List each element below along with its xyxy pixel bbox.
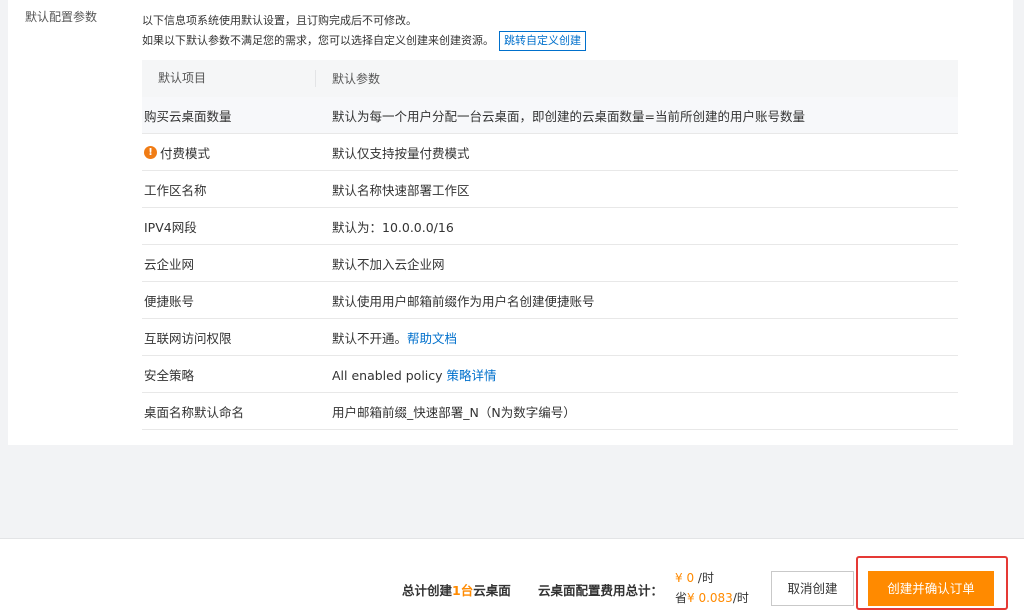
table-row: 云企业网 默认不加入云企业网 [142,245,958,282]
cost-line-2: 省¥ 0.083/时 [675,588,749,608]
warning-icon[interactable]: ! [144,145,157,159]
row-value: 默认名称快速部署工作区 [332,182,470,198]
row-item-label: 购买云桌面数量 [144,108,232,124]
header-value: 默认参数 [332,72,381,86]
row-item-label: IPV4网段 [144,219,197,235]
row-item: 购买云桌面数量 [142,106,316,125]
row-value: All enabled policy 策略详情 [316,365,497,384]
row-item: 桌面名称默认命名 [142,402,316,421]
row-value: 默认仅支持按量付费模式 [332,145,470,161]
summary-prefix: 总计创建 [402,583,453,598]
table-row: ! 付费模式 默认仅支持按量付费模式 [142,134,958,171]
save-prefix: 省 [675,591,688,605]
cost-display: ¥ 0 /时 省¥ 0.083/时 [675,568,749,608]
row-item: 云企业网 [142,254,316,273]
row-value: 默认为每一个用户分配一台云桌面，即创建的云桌面数量=当前所创建的用户账号数量 [332,108,805,124]
table-row: IPV4网段 默认为：10.0.0.0/16 [142,208,958,245]
row-item-label: 付费模式 [160,145,211,161]
cost-line-1: ¥ 0 /时 [675,568,749,588]
row-value: 默认不加入云企业网 [332,256,445,272]
custom-create-link[interactable]: 跳转自定义创建 [499,31,586,51]
notice-line-2: 如果以下默认参数不满足您的需求，您可以选择自定义创建来创建资源。 [142,34,494,47]
notice-line-2-wrap: 如果以下默认参数不满足您的需求，您可以选择自定义创建来创建资源。 跳转自定义创建 [142,31,586,51]
table-row: 便捷账号 默认使用用户邮箱前缀作为用户名创建便捷账号 [142,282,958,319]
save-price: ¥ 0.083 [687,591,733,605]
table-row: 互联网访问权限 默认不开通。帮助文档 [142,319,958,356]
price: ¥ 0 [675,571,695,585]
row-item-label: 便捷账号 [144,293,195,309]
row-value-text: 默认不开通。 [332,330,408,346]
table-header: 默认项目 默认参数 [142,60,958,97]
price-unit: /时 [694,571,714,585]
footer-bar: 总计创建1台云桌面 云桌面配置费用总计： ¥ 0 /时 省¥ 0.083/时 取… [0,538,1024,610]
cost-label: 云桌面配置费用总计： [538,583,664,598]
row-item-label: 桌面名称默认命名 [144,404,245,420]
row-value: 用户邮箱前缀_快速部署_N（N为数字编号） [332,404,576,420]
save-unit: /时 [732,591,749,605]
summary-suffix: 云桌面 [473,583,511,598]
default-config-panel: 默认配置参数 以下信息项系统使用默认设置，且订购完成后不可修改。 如果以下默认参… [8,0,1013,445]
row-item: IPV4网段 [142,217,316,236]
section-label: 默认配置参数 [25,10,98,24]
summary-count: 1台 [452,583,474,598]
notice-line-1: 以下信息项系统使用默认设置，且订购完成后不可修改。 [142,14,417,27]
help-doc-link[interactable]: 帮助文档 [407,331,457,346]
row-item-label: 安全策略 [144,367,195,383]
table-row: 工作区名称 默认名称快速部署工作区 [142,171,958,208]
table-row: 桌面名称默认命名 用户邮箱前缀_快速部署_N（N为数字编号） [142,393,958,430]
row-value-text: All enabled policy [332,367,447,383]
row-item: 工作区名称 [142,180,316,199]
default-params-table: 默认项目 默认参数 购买云桌面数量 默认为每一个用户分配一台云桌面，即创建的云桌… [142,60,958,430]
policy-detail-link[interactable]: 策略详情 [447,368,497,383]
table-row: 购买云桌面数量 默认为每一个用户分配一台云桌面，即创建的云桌面数量=当前所创建的… [142,97,958,134]
row-item-label: 工作区名称 [144,182,207,198]
row-item: 互联网访问权限 [142,328,316,347]
table-row: 安全策略 All enabled policy 策略详情 [142,356,958,393]
total-summary: 总计创建1台云桌面 [402,580,511,599]
header-item: 默认项目 [142,70,316,87]
row-item-label: 云企业网 [144,256,195,272]
row-value: 默认为：10.0.0.0/16 [332,219,454,235]
row-item: 便捷账号 [142,291,316,310]
create-confirm-order-button[interactable]: 创建并确认订单 [868,571,994,606]
row-value: 默认使用用户邮箱前缀作为用户名创建便捷账号 [332,293,595,309]
row-value: 默认不开通。帮助文档 [316,328,457,347]
row-item-label: 互联网访问权限 [144,330,232,346]
cancel-create-button[interactable]: 取消创建 [771,571,854,606]
notice: 以下信息项系统使用默认设置，且订购完成后不可修改。 如果以下默认参数不满足您的需… [142,11,586,51]
row-item: 安全策略 [142,365,316,384]
row-item: ! 付费模式 [142,143,316,162]
